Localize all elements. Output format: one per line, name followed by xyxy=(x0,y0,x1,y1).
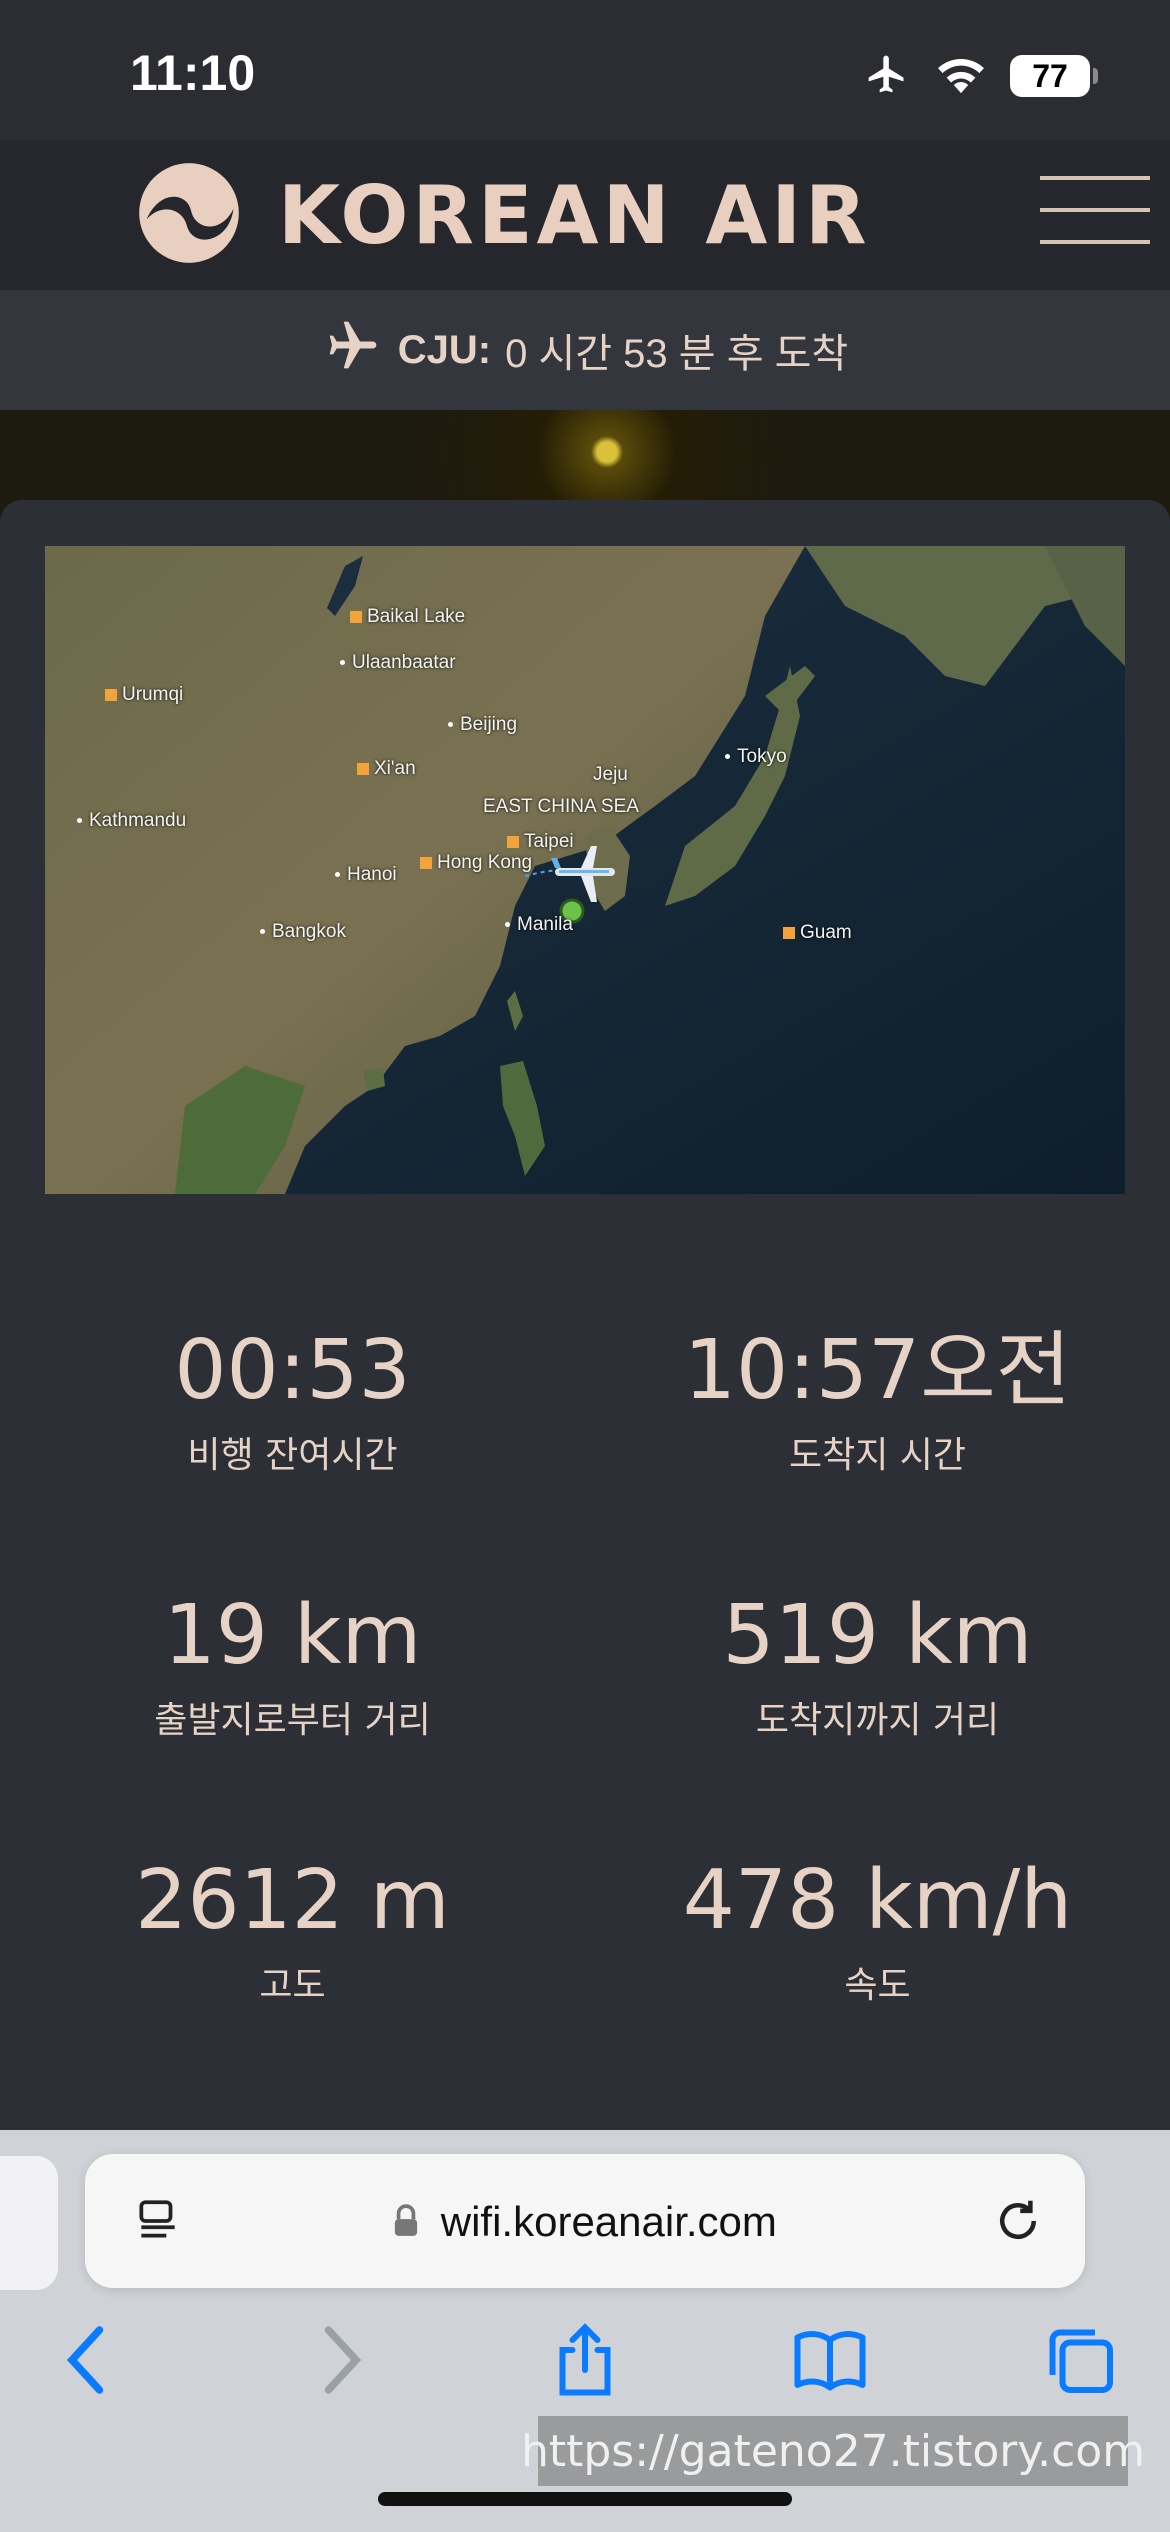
url-display[interactable]: wifi.koreanair.com xyxy=(85,2198,1085,2248)
map-label-beijing: Beijing xyxy=(448,714,517,736)
map-label-hong-kong: Hong Kong xyxy=(420,852,532,874)
stat-time-remaining: 00:53 비행 잔여시간 xyxy=(0,1330,585,1478)
arrival-airport-code: CJU: xyxy=(397,327,492,372)
map-background xyxy=(45,546,1125,1194)
map-label-manila: Manila xyxy=(505,914,573,936)
stat-label: 비행 잔여시간 xyxy=(187,1435,398,1476)
back-icon[interactable] xyxy=(62,2320,112,2404)
wifi-icon xyxy=(934,53,988,99)
airplane-mode-icon xyxy=(862,52,912,100)
brand[interactable]: KOREAN AIR xyxy=(136,160,871,270)
url-text: wifi.koreanair.com xyxy=(440,2198,777,2245)
stat-distance-from: 19 km 출발지로부터 거리 xyxy=(0,1595,585,1743)
arrival-countdown: 0 시간 53 분 후 도착 xyxy=(505,332,849,376)
status-time: 11:10 xyxy=(130,45,256,101)
stat-label: 속도 xyxy=(844,1965,911,2006)
stat-label: 도착지 시간 xyxy=(788,1435,967,1476)
reload-icon[interactable] xyxy=(991,2194,1045,2252)
stat-value: 00:53 xyxy=(174,1323,411,1418)
stat-label: 도착지까지 거리 xyxy=(755,1700,1000,1741)
map-label-kathmandu: Kathmandu xyxy=(77,810,186,832)
map-label-xian: Xi'an xyxy=(357,758,416,780)
flight-map[interactable]: Baikal Lake Ulaanbaatar Urumqi Beijing X… xyxy=(45,546,1125,1194)
airplane-icon xyxy=(322,317,384,383)
stat-arrival-time: 10:57오전 도착지 시간 xyxy=(585,1330,1170,1478)
tabs-icon[interactable] xyxy=(1040,2320,1120,2404)
status-icons: 77 xyxy=(862,52,1098,100)
status-bar: 11:10 77 xyxy=(0,0,1170,140)
stat-label: 출발지로부터 거리 xyxy=(154,1700,431,1741)
map-label-taipei: Taipei xyxy=(507,831,574,853)
flight-info-card: Baikal Lake Ulaanbaatar Urumqi Beijing X… xyxy=(0,500,1170,2140)
battery-icon: 77 xyxy=(1010,55,1098,97)
map-label-jeju: Jeju xyxy=(593,764,628,785)
address-bar[interactable]: wifi.koreanair.com xyxy=(85,2154,1085,2288)
stat-altitude: 2612 m 고도 xyxy=(0,1860,585,2008)
map-label-bangkok: Bangkok xyxy=(260,921,346,943)
site-header: KOREAN AIR xyxy=(0,140,1170,290)
stat-value: 2612 m xyxy=(135,1853,450,1948)
stat-value: 10:57오전 xyxy=(683,1323,1072,1418)
home-indicator[interactable] xyxy=(378,2492,792,2506)
map-label-hanoi: Hanoi xyxy=(335,864,397,886)
browser-nav-row xyxy=(0,2320,1170,2420)
lock-icon xyxy=(393,2200,419,2248)
stat-value: 19 km xyxy=(163,1588,422,1683)
stat-speed: 478 km/h 속도 xyxy=(585,1860,1170,2008)
arrival-banner: CJU: 0 시간 53 분 후 도착 xyxy=(0,290,1170,410)
map-label-ulaanbaatar: Ulaanbaatar xyxy=(340,652,456,674)
hamburger-menu-icon[interactable] xyxy=(1040,176,1150,254)
map-label-urumqi: Urumqi xyxy=(105,684,183,706)
bookmarks-icon[interactable] xyxy=(790,2320,870,2404)
korean-air-taeguk-logo xyxy=(136,160,242,270)
map-label-baikal: Baikal Lake xyxy=(350,606,465,628)
brand-name: KOREAN AIR xyxy=(278,168,871,262)
stat-label: 고도 xyxy=(259,1965,326,2006)
share-icon[interactable] xyxy=(550,2320,620,2404)
map-label-guam: Guam xyxy=(783,922,852,944)
stat-value: 519 km xyxy=(722,1588,1033,1683)
map-label-tokyo: Tokyo xyxy=(725,746,787,768)
stat-value: 478 km/h xyxy=(682,1853,1073,1948)
map-label-east-china-sea: EAST CHINA SEA xyxy=(483,796,639,817)
forward-icon[interactable] xyxy=(316,2320,366,2404)
previous-tab-preview[interactable] xyxy=(0,2156,58,2290)
watermark: https://gateno27.tistory.com xyxy=(521,2416,1145,2486)
stat-distance-to: 519 km 도착지까지 거리 xyxy=(585,1595,1170,1743)
